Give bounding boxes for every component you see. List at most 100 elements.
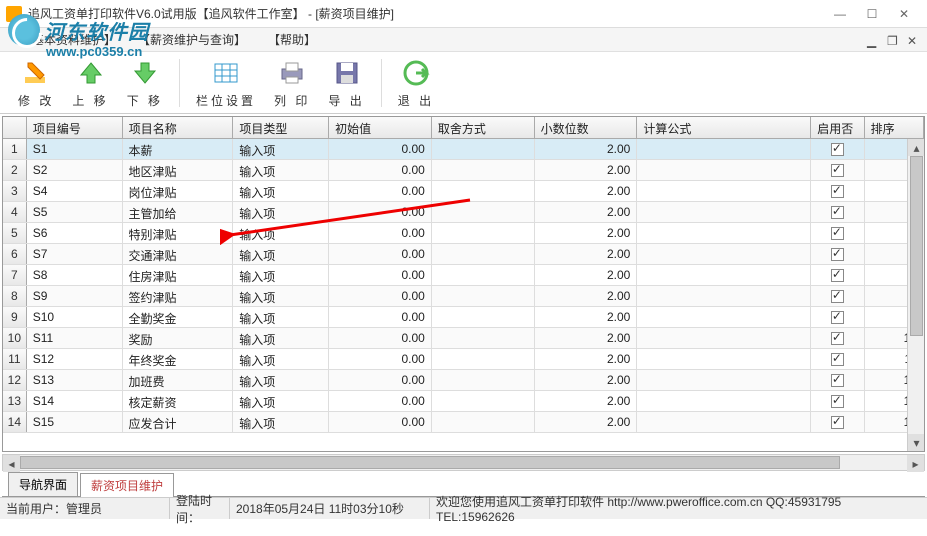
checkbox-icon[interactable] [831,290,844,303]
cell-enable[interactable] [811,244,864,264]
table-row[interactable]: 12S13加班费输入项0.002.0012 [3,370,924,391]
cell-name[interactable]: 全勤奖金 [123,307,234,327]
cell-dec[interactable]: 2.00 [535,202,638,222]
cell-init[interactable]: 0.00 [329,160,432,180]
cell-code[interactable]: S2 [27,160,123,180]
cell-round[interactable] [432,370,535,390]
cell-formula[interactable] [637,202,811,222]
cell-name[interactable]: 年终奖金 [123,349,234,369]
cell-code[interactable]: S8 [27,265,123,285]
cell-code[interactable]: S1 [27,139,123,159]
header-dec[interactable]: 小数位数 [535,117,638,138]
checkbox-icon[interactable] [831,248,844,261]
cell-dec[interactable]: 2.00 [535,391,638,411]
header-init[interactable]: 初始值 [329,117,432,138]
cell-formula[interactable] [637,307,811,327]
cell-formula[interactable] [637,286,811,306]
table-row[interactable]: 6S7交通津贴输入项0.002.006 [3,244,924,265]
cell-formula[interactable] [637,139,811,159]
table-row[interactable]: 10S11奖励输入项0.002.0010 [3,328,924,349]
cell-init[interactable]: 0.00 [329,412,432,432]
scroll-down-icon[interactable]: ▾ [908,434,925,451]
cell-dec[interactable]: 2.00 [535,286,638,306]
maximize-button[interactable]: ☐ [865,7,879,21]
cell-init[interactable]: 0.00 [329,307,432,327]
cell-formula[interactable] [637,160,811,180]
table-row[interactable]: 13S14核定薪资输入项0.002.0013 [3,391,924,412]
cell-dec[interactable]: 2.00 [535,370,638,390]
cell-round[interactable] [432,265,535,285]
cell-init[interactable]: 0.00 [329,202,432,222]
menu-basic-data[interactable]: 【基本资料维护】 [20,31,116,48]
cell-dec[interactable]: 2.00 [535,412,638,432]
cell-dec[interactable]: 2.00 [535,328,638,348]
header-enable[interactable]: 启用否 [811,117,864,138]
vertical-scrollbar[interactable]: ▴ ▾ [907,139,924,451]
cell-init[interactable]: 0.00 [329,181,432,201]
cell-code[interactable]: S10 [27,307,123,327]
cell-formula[interactable] [637,244,811,264]
exit-button[interactable]: 退 出 [394,55,438,111]
cell-enable[interactable] [811,139,864,159]
cell-enable[interactable] [811,265,864,285]
cell-formula[interactable] [637,223,811,243]
header-name[interactable]: 项目名称 [123,117,234,138]
mdi-restore-icon[interactable]: ❐ [887,34,899,46]
cell-type[interactable]: 输入项 [233,307,329,327]
checkbox-icon[interactable] [831,227,844,240]
checkbox-icon[interactable] [831,416,844,429]
cell-code[interactable]: S11 [27,328,123,348]
checkbox-icon[interactable] [831,332,844,345]
cell-name[interactable]: 住房津贴 [123,265,234,285]
cell-dec[interactable]: 2.00 [535,181,638,201]
checkbox-icon[interactable] [831,143,844,156]
header-formula[interactable]: 计算公式 [637,117,811,138]
cell-type[interactable]: 输入项 [233,349,329,369]
cell-enable[interactable] [811,286,864,306]
cell-formula[interactable] [637,391,811,411]
cell-round[interactable] [432,181,535,201]
table-row[interactable]: 14S15应发合计输入项0.002.0014 [3,412,924,433]
checkbox-icon[interactable] [831,395,844,408]
cell-round[interactable] [432,223,535,243]
cell-round[interactable] [432,286,535,306]
cell-type[interactable]: 输入项 [233,412,329,432]
cell-enable[interactable] [811,349,864,369]
print-button[interactable]: 列 印 [270,55,314,111]
table-row[interactable]: 3S4岗位津贴输入项0.002.003 [3,181,924,202]
scroll-left-icon[interactable]: ◂ [3,455,20,472]
checkbox-icon[interactable] [831,185,844,198]
scroll-thumb-h[interactable] [20,456,840,469]
cell-formula[interactable] [637,265,811,285]
cell-name[interactable]: 核定薪资 [123,391,234,411]
cell-code[interactable]: S13 [27,370,123,390]
mdi-close-icon[interactable]: ✕ [907,34,919,46]
close-button[interactable]: ✕ [897,7,911,21]
cell-code[interactable]: S15 [27,412,123,432]
minimize-button[interactable]: — [833,7,847,21]
cell-init[interactable]: 0.00 [329,391,432,411]
cell-round[interactable] [432,349,535,369]
cell-type[interactable]: 输入项 [233,139,329,159]
cell-enable[interactable] [811,328,864,348]
cell-init[interactable]: 0.00 [329,349,432,369]
cell-code[interactable]: S14 [27,391,123,411]
cell-name[interactable]: 奖励 [123,328,234,348]
movedown-button[interactable]: 下 移 [123,55,167,111]
cell-type[interactable]: 输入项 [233,223,329,243]
cell-type[interactable]: 输入项 [233,181,329,201]
cell-type[interactable]: 输入项 [233,160,329,180]
cell-round[interactable] [432,328,535,348]
cell-type[interactable]: 输入项 [233,202,329,222]
cell-dec[interactable]: 2.00 [535,307,638,327]
cell-type[interactable]: 输入项 [233,265,329,285]
cell-init[interactable]: 0.00 [329,244,432,264]
cell-code[interactable]: S4 [27,181,123,201]
cell-type[interactable]: 输入项 [233,370,329,390]
checkbox-icon[interactable] [831,374,844,387]
cell-type[interactable]: 输入项 [233,328,329,348]
cell-enable[interactable] [811,370,864,390]
cell-round[interactable] [432,412,535,432]
cell-init[interactable]: 0.00 [329,223,432,243]
cell-enable[interactable] [811,181,864,201]
